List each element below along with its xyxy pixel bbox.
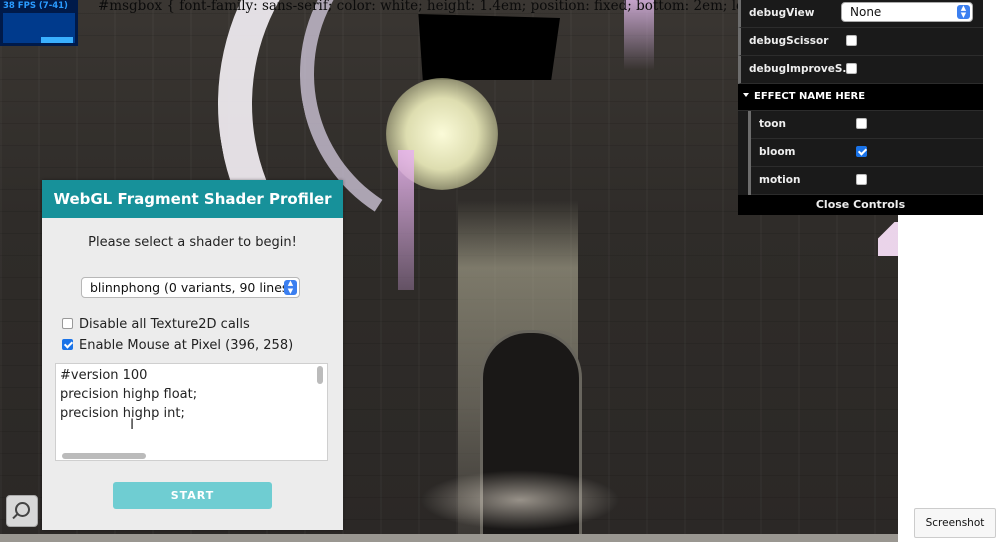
floor-glow <box>420 470 620 530</box>
updown-arrows-icon: ▲ ▼ <box>284 279 297 295</box>
gui-row-debugview: debugView None ▲ ▼ <box>738 0 983 28</box>
fps-graph <box>3 13 75 43</box>
gui-label: bloom <box>759 146 796 158</box>
disable-texture-option[interactable]: Disable all Texture2D calls <box>62 317 250 332</box>
gui-label: debugView <box>749 7 815 19</box>
pink-pillar <box>398 150 414 290</box>
screenshot-button[interactable]: Screenshot <box>914 508 996 538</box>
toon-checkbox[interactable] <box>856 118 867 129</box>
triangle-down-icon <box>743 93 749 97</box>
msgbox-text: #msgbox { font-family: sans-serif; color… <box>98 0 738 14</box>
start-button[interactable]: START <box>113 482 272 509</box>
magnifier-handle <box>12 512 19 520</box>
shader-profiler-panel: WebGL Fragment Shader Profiler Please se… <box>42 180 343 530</box>
folder-title: EFFECT NAME HERE <box>754 91 866 102</box>
gui-folder-content: toon bloom motion <box>748 111 983 195</box>
text-cursor-icon: I <box>130 417 135 433</box>
option-label: Disable all Texture2D calls <box>79 317 250 332</box>
gui-row-bloom: bloom <box>751 139 983 167</box>
close-controls-button[interactable]: Close Controls <box>738 195 983 215</box>
gui-label: debugImproveS... <box>749 63 855 75</box>
motion-checkbox[interactable] <box>856 174 867 185</box>
gui-folder-effect[interactable]: EFFECT NAME HERE <box>738 84 983 111</box>
bloom-checkbox[interactable] <box>856 146 867 157</box>
dark-window <box>418 14 560 80</box>
debugview-select[interactable]: None ▲ ▼ <box>841 2 973 22</box>
gui-label: debugScissor <box>749 35 829 47</box>
option-label: Enable Mouse at Pixel (396, 258) <box>79 338 294 353</box>
bottom-strip <box>0 534 898 542</box>
mouse-pixel-checkbox[interactable] <box>62 339 73 350</box>
fps-stats[interactable]: 38 FPS (7-41) <box>0 0 78 46</box>
horizontal-scrollbar[interactable] <box>62 453 146 459</box>
gui-row-debugscissor: debugScissor <box>738 28 983 56</box>
updown-arrows-icon: ▲ ▼ <box>957 5 970 19</box>
dat-gui-panel: debugView None ▲ ▼ debugScissor debugImpr… <box>738 0 983 215</box>
debugimprove-checkbox[interactable] <box>846 63 857 74</box>
fps-label: 38 FPS (7-41) <box>3 1 68 11</box>
select-value: None <box>850 5 882 19</box>
gui-label: toon <box>759 118 786 130</box>
profiler-intro: Please select a shader to begin! <box>88 235 297 250</box>
mouse-pixel-option[interactable]: Enable Mouse at Pixel (396, 258) <box>62 338 293 353</box>
debugscissor-checkbox[interactable] <box>846 35 857 46</box>
gui-label: motion <box>759 174 801 186</box>
shader-code-textarea[interactable]: #version 100 precision highp float; prec… <box>55 363 328 461</box>
shader-code: #version 100 precision highp float; prec… <box>60 368 198 421</box>
corner-highlight <box>878 222 898 256</box>
shader-select[interactable]: blinnphong (0 variants, 90 lines) ▲ ▼ <box>81 277 300 298</box>
vertical-scrollbar[interactable] <box>317 366 323 384</box>
disable-texture-checkbox[interactable] <box>62 318 73 329</box>
profiler-title: WebGL Fragment Shader Profiler <box>42 180 343 218</box>
shader-select-value: blinnphong (0 variants, 90 lines) <box>90 280 294 295</box>
zoom-button[interactable] <box>6 495 38 527</box>
gui-row-toon: toon <box>751 111 983 139</box>
gui-row-debugimprove: debugImproveS... <box>738 56 983 84</box>
gui-row-motion: motion <box>751 167 983 195</box>
